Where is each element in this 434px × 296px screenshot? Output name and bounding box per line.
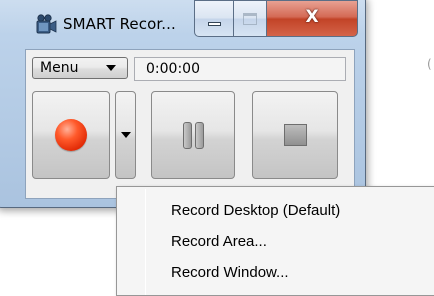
recorder-panel: Menu 0:00:00 — [25, 49, 355, 199]
chevron-down-icon — [106, 65, 116, 71]
menu-item-record-area[interactable]: Record Area... — [171, 231, 267, 253]
record-icon — [55, 119, 87, 151]
pause-bar-right — [194, 121, 204, 149]
record-options-button[interactable] — [115, 91, 136, 179]
elapsed-time-display: 0:00:00 — [134, 57, 346, 81]
menu-item-record-desktop[interactable]: Record Desktop (Default) — [171, 200, 340, 222]
background-fragment-glyph: ( — [427, 57, 432, 71]
record-button[interactable] — [32, 91, 110, 179]
chevron-down-icon — [120, 132, 131, 138]
title-bar[interactable]: SMART Recor... X — [0, 0, 365, 49]
smart-recorder-app-icon — [36, 14, 57, 34]
menu-dropdown[interactable]: Menu — [32, 57, 128, 79]
recorder-window: SMART Recor... X Menu 0:00:00 — [0, 0, 366, 208]
menu-icon-gutter — [145, 189, 146, 295]
stop-icon — [283, 124, 307, 146]
maximize-button[interactable] — [233, 0, 267, 37]
record-options-menu: Record Desktop (Default) Record Area... … — [116, 186, 434, 296]
caption-buttons: X — [194, 0, 358, 37]
minimize-button[interactable] — [194, 0, 234, 37]
menu-label: Menu — [40, 60, 79, 76]
minimize-icon — [207, 21, 221, 26]
stop-button[interactable] — [252, 91, 338, 179]
maximize-icon — [243, 12, 257, 25]
close-icon: X — [305, 7, 319, 27]
pause-button[interactable] — [151, 91, 235, 179]
pause-icon — [182, 121, 204, 149]
close-button[interactable]: X — [266, 0, 358, 37]
window-title: SMART Recor... — [63, 15, 176, 33]
pause-bar-left — [182, 121, 192, 149]
menu-item-record-window[interactable]: Record Window... — [171, 262, 289, 284]
